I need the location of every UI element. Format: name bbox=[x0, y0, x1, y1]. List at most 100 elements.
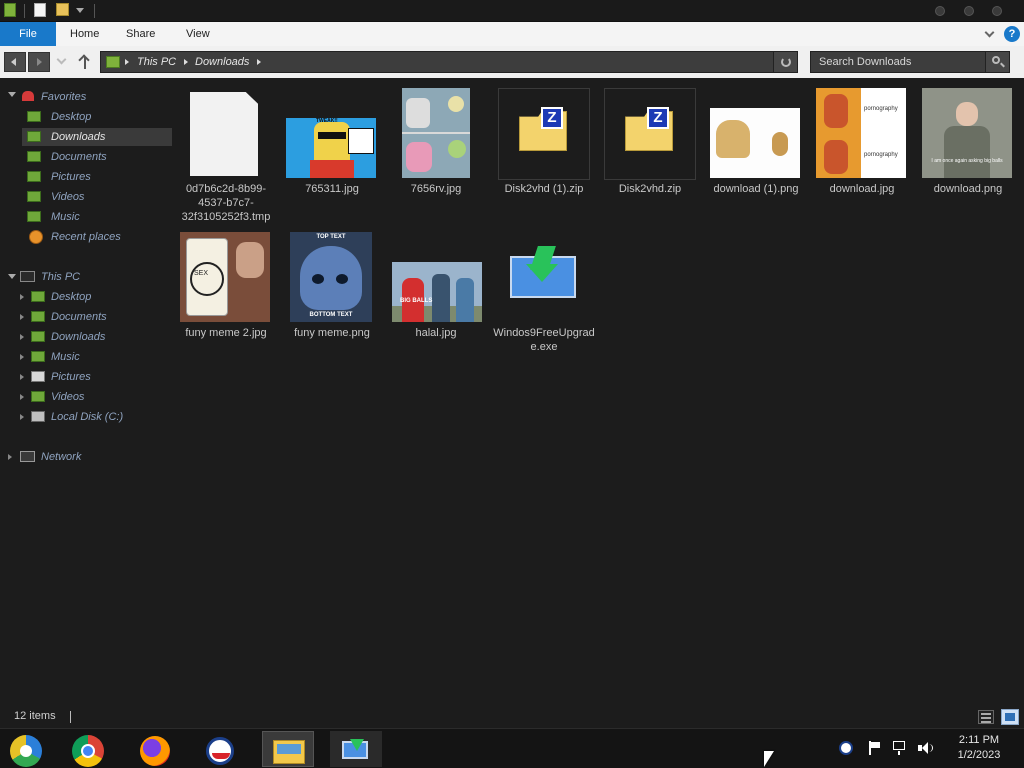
search-input[interactable]: Search Downloads bbox=[819, 56, 911, 68]
customize-toolbar-chevron-icon[interactable] bbox=[76, 8, 84, 13]
pictures-icon bbox=[27, 171, 41, 182]
file-item[interactable]: download (1).png bbox=[704, 86, 808, 216]
file-item[interactable]: TWEAK!! 765311.jpg bbox=[280, 86, 384, 196]
hard-drive-icon bbox=[31, 411, 45, 422]
collapsed-chevron-icon[interactable] bbox=[20, 334, 24, 340]
up-button[interactable] bbox=[78, 54, 92, 70]
recent-locations-chevron-icon[interactable] bbox=[56, 54, 67, 65]
file-item[interactable]: Windos9FreeUpgrade.exe bbox=[492, 230, 596, 360]
details-view-button[interactable] bbox=[978, 710, 994, 724]
meme-caption: BIG BALLS bbox=[400, 298, 433, 304]
meme-image-thumbnail: pornography pornography bbox=[816, 88, 906, 178]
taskbar-app-firefox[interactable] bbox=[128, 731, 180, 767]
clock[interactable]: 2:11 PM 1/2/2023 bbox=[944, 733, 1014, 763]
ribbon-tabs: File Home Share View ? bbox=[0, 22, 1024, 46]
taskbar-app-file-explorer[interactable] bbox=[262, 731, 314, 767]
meme-image-thumbnail: BIG BALLS bbox=[392, 262, 482, 322]
sidebar-item-label: Music bbox=[51, 351, 80, 363]
expand-chevron-icon[interactable] bbox=[8, 92, 16, 97]
network-icon bbox=[20, 451, 35, 462]
file-item[interactable]: pornography pornography download.jpg bbox=[810, 86, 914, 196]
file-grid: 0d7b6c2d-8b99-4537-b7c7-32f3105252f3.tmp… bbox=[170, 78, 1024, 708]
back-button[interactable] bbox=[4, 52, 26, 72]
zip-folder-icon: Z bbox=[604, 88, 696, 180]
this-pc-icon bbox=[106, 56, 120, 68]
address-bar[interactable]: This PC Downloads bbox=[100, 51, 798, 73]
collapsed-chevron-icon[interactable] bbox=[20, 374, 24, 380]
sidebar-network[interactable]: Network bbox=[41, 448, 81, 466]
network-tray-icon[interactable] bbox=[893, 741, 909, 755]
new-folder-icon[interactable] bbox=[56, 3, 69, 16]
navigation-pane: Favorites Desktop Downloads Documents Pi… bbox=[0, 78, 172, 708]
close-button[interactable] bbox=[992, 6, 1002, 16]
sidebar-item-label: Pictures bbox=[51, 171, 91, 183]
breadcrumb-this-pc[interactable]: This PC bbox=[137, 56, 176, 68]
forward-arrow-icon bbox=[37, 58, 42, 66]
collapsed-chevron-icon[interactable] bbox=[20, 394, 24, 400]
file-item[interactable]: I am once again asking big balls downloa… bbox=[916, 86, 1020, 196]
explorer-app-icon[interactable] bbox=[4, 3, 16, 17]
search-icon bbox=[992, 56, 1000, 64]
file-item[interactable]: 0d7b6c2d-8b99-4537-b7c7-32f3105252f3.tmp bbox=[174, 86, 278, 226]
breadcrumb-chevron-icon[interactable] bbox=[184, 59, 188, 65]
tab-view[interactable]: View bbox=[172, 22, 224, 46]
tab-home[interactable]: Home bbox=[56, 22, 113, 46]
taskbar-app-installer[interactable] bbox=[330, 731, 382, 767]
status-bar: 12 items bbox=[0, 708, 1024, 728]
large-icons-view-button[interactable] bbox=[1001, 709, 1019, 725]
meme-image-thumbnail bbox=[710, 108, 800, 178]
file-item[interactable]: BIG BALLS halal.jpg bbox=[384, 230, 488, 340]
tray-obama-icon[interactable] bbox=[839, 741, 853, 755]
collapsed-chevron-icon[interactable] bbox=[20, 414, 24, 420]
sidebar-item-label: Downloads bbox=[51, 331, 106, 343]
sidebar-item-label: Documents bbox=[51, 311, 107, 323]
file-item[interactable]: SEX funy meme 2.jpg bbox=[174, 230, 278, 340]
meme-image-thumbnail: I am once again asking big balls bbox=[922, 88, 1012, 178]
refresh-button[interactable] bbox=[773, 52, 797, 72]
downloads-icon bbox=[27, 131, 41, 142]
navigation-bar: This PC Downloads Search Downloads bbox=[0, 46, 1024, 78]
minimize-button[interactable] bbox=[935, 6, 945, 16]
search-button[interactable] bbox=[985, 52, 1009, 72]
computer-icon bbox=[20, 271, 35, 282]
taskbar-app-chrome[interactable] bbox=[62, 731, 114, 767]
meme-caption: pornography bbox=[864, 106, 898, 112]
tab-file[interactable]: File bbox=[0, 22, 56, 46]
sidebar-favorites[interactable]: Favorites bbox=[41, 88, 86, 106]
volume-icon[interactable] bbox=[918, 741, 934, 755]
mouse-cursor-icon bbox=[764, 751, 774, 767]
help-icon[interactable]: ? bbox=[1004, 26, 1020, 42]
meme-image-thumbnail bbox=[402, 88, 470, 178]
file-item[interactable]: TOP TEXT BOTTOM TEXT funy meme.png bbox=[280, 230, 384, 340]
maximize-button[interactable] bbox=[964, 6, 974, 16]
expand-ribbon-chevron-icon[interactable] bbox=[984, 27, 995, 38]
file-item[interactable]: 7656rv.jpg bbox=[384, 86, 488, 196]
search-box[interactable]: Search Downloads bbox=[810, 51, 1010, 73]
taskbar-app-obama[interactable] bbox=[196, 731, 248, 767]
tab-share[interactable]: Share bbox=[112, 22, 169, 46]
collapsed-chevron-icon[interactable] bbox=[8, 454, 12, 460]
sidebar-item-label: Music bbox=[51, 211, 80, 223]
back-arrow-icon bbox=[11, 58, 16, 66]
forward-button[interactable] bbox=[28, 52, 50, 72]
file-item[interactable]: Z Disk2vhd.zip bbox=[598, 86, 702, 196]
refresh-icon bbox=[781, 57, 791, 67]
expand-chevron-icon[interactable] bbox=[8, 274, 16, 279]
collapsed-chevron-icon[interactable] bbox=[20, 354, 24, 360]
breadcrumb-chevron-icon[interactable] bbox=[257, 59, 261, 65]
taskbar-app-chromium[interactable] bbox=[2, 731, 54, 767]
documents-icon bbox=[31, 311, 45, 322]
music-icon bbox=[27, 211, 41, 222]
music-icon bbox=[31, 351, 45, 362]
properties-icon[interactable] bbox=[34, 3, 46, 17]
collapsed-chevron-icon[interactable] bbox=[20, 294, 24, 300]
action-center-flag-icon[interactable] bbox=[868, 741, 882, 755]
collapsed-chevron-icon[interactable] bbox=[20, 314, 24, 320]
file-name: Windos9FreeUpgrade.exe bbox=[493, 327, 595, 353]
meme-caption-top: TOP TEXT bbox=[316, 234, 346, 240]
sidebar-this-pc[interactable]: This PC bbox=[41, 268, 80, 286]
breadcrumb-downloads[interactable]: Downloads bbox=[195, 56, 249, 68]
sidebar-item-label: Desktop bbox=[51, 291, 92, 303]
file-item[interactable]: Z Disk2vhd (1).zip bbox=[492, 86, 596, 196]
heart-icon bbox=[22, 91, 34, 101]
